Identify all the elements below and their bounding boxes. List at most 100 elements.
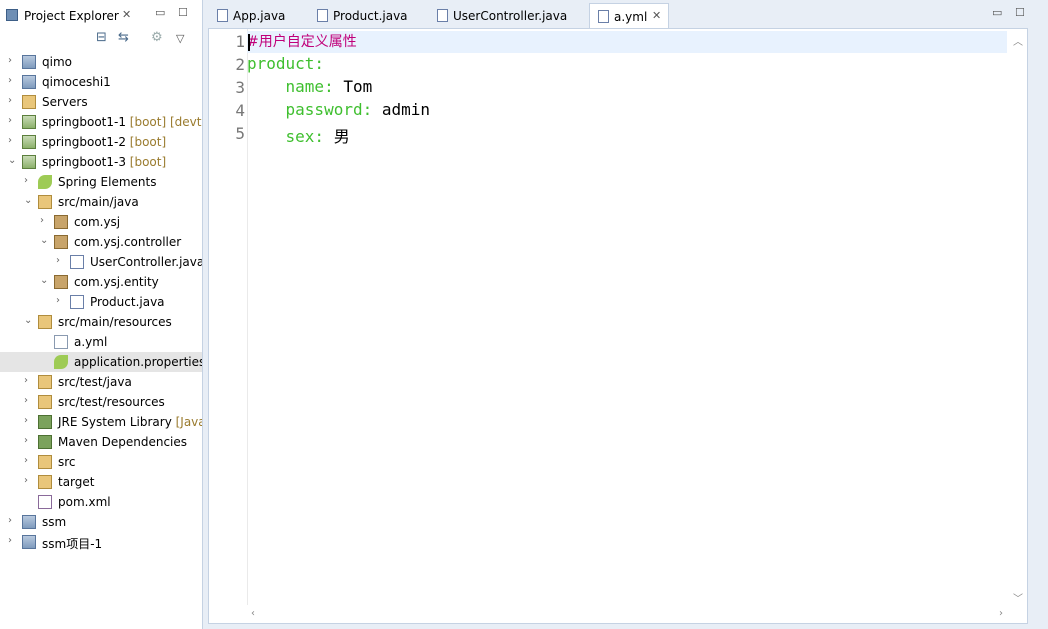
library-icon [38, 415, 52, 429]
tree-item[interactable]: › JRE System Library [Java [0, 412, 202, 432]
tree-item-label: springboot1-1 [boot] [devt [42, 115, 202, 129]
code-line[interactable]: password: admin [247, 100, 1007, 122]
code-line[interactable]: product: [247, 54, 1007, 76]
tree-item-label: UserController.java [90, 255, 203, 269]
chevron-down-icon[interactable]: ⌄ [40, 235, 48, 246]
collapse-all-icon[interactable]: ⊟ [96, 30, 107, 50]
chevron-right-icon[interactable]: › [8, 95, 12, 106]
chevron-right-icon[interactable]: › [8, 135, 12, 146]
yaml-editor[interactable]: 1 2 3 4 5 #用户自定义属性 product: name: Tom passwor… [208, 28, 1028, 624]
chevron-right-icon[interactable]: › [24, 475, 28, 486]
close-icon[interactable]: ✕ [122, 8, 131, 21]
line-number: 4 [235, 101, 245, 120]
tree-item[interactable]: › springboot1-2 [boot] [0, 132, 202, 152]
tree-item-label: com.ysj.controller [74, 235, 182, 249]
editor-tab[interactable]: Product.java [309, 3, 429, 28]
filter-icon[interactable]: ⚙ [151, 30, 163, 50]
chevron-right-icon[interactable]: › [40, 215, 44, 226]
tree-item[interactable]: › Maven Dependencies [0, 432, 202, 452]
tree-item[interactable]: › src/test/resources [0, 392, 202, 412]
chevron-right-icon[interactable]: › [8, 535, 12, 546]
close-tab-icon[interactable]: ✕ [652, 9, 661, 22]
tree-item[interactable]: › Product.java [0, 292, 202, 312]
tree-item[interactable]: › springboot1-1 [boot] [devt [0, 112, 202, 132]
project-explorer-icon [6, 9, 18, 21]
tree-item[interactable]: › com.ysj [0, 212, 202, 232]
tree-item[interactable]: ⌄ springboot1-3 [boot] [0, 152, 202, 172]
view-menu-icon[interactable]: ▽ [176, 32, 184, 52]
tree-item[interactable]: › Spring Elements [0, 172, 202, 192]
horizontal-scrollbar[interactable]: ‹ › [247, 605, 1007, 623]
yaml-value: admin [372, 100, 431, 119]
chevron-right-icon[interactable]: › [24, 175, 28, 186]
tree-item[interactable]: › src [0, 452, 202, 472]
tree-item-label: springboot1-3 [boot] [42, 155, 167, 169]
tree-item-label: application.properties [74, 355, 203, 369]
chevron-right-icon[interactable]: › [8, 75, 12, 86]
chevron-down-icon[interactable]: ⌄ [8, 155, 16, 166]
chevron-right-icon[interactable]: › [56, 255, 60, 266]
chevron-right-icon[interactable]: › [24, 395, 28, 406]
tree-item[interactable]: › target [0, 472, 202, 492]
editor-tab[interactable]: a.yml ✕ [589, 3, 669, 28]
tree-item[interactable]: ⌄ src/main/resources [0, 312, 202, 332]
chevron-right-icon[interactable]: › [24, 455, 28, 466]
pom-file-icon [38, 495, 52, 509]
folder-icon [22, 95, 36, 109]
tree-item[interactable]: ⌄ com.ysj.controller [0, 232, 202, 252]
tree-item[interactable]: ⌄ com.ysj.entity [0, 272, 202, 292]
tree-item-decoration: [boot] [125, 155, 167, 169]
tree-item[interactable]: application.properties [0, 352, 203, 372]
minimize-icon[interactable]: ▭ [155, 6, 165, 19]
tree-item[interactable]: › Servers [0, 92, 202, 112]
chevron-right-icon[interactable]: › [24, 375, 28, 386]
project-explorer-tab[interactable]: Project Explorer ✕ [0, 3, 146, 28]
tree-item[interactable]: › ssm项目-1 [0, 532, 202, 552]
editor-tab-label: Product.java [333, 9, 408, 23]
code-line[interactable]: sex: 男 [247, 123, 1007, 146]
vertical-scrollbar[interactable]: ︿ ﹀ [1009, 29, 1027, 607]
tree-item-label: src/test/java [58, 375, 132, 389]
editor-tab-label: a.yml [614, 10, 648, 24]
tree-item[interactable]: › qimoceshi1 [0, 72, 202, 92]
scroll-up-icon[interactable]: ︿ [1013, 33, 1023, 48]
chevron-right-icon[interactable]: › [8, 55, 12, 66]
chevron-down-icon[interactable]: ⌄ [40, 275, 48, 286]
package-icon [54, 235, 68, 249]
chevron-down-icon[interactable]: ⌄ [24, 195, 32, 206]
line-number-ruler: 1 2 3 4 5 [209, 29, 248, 607]
code-area[interactable]: #用户自定义属性 product: name: Tom password: adm… [247, 29, 1007, 607]
library-icon [38, 435, 52, 449]
code-line[interactable]: name: Tom [247, 77, 1007, 99]
maximize-icon[interactable]: ☐ [178, 6, 188, 19]
tree-item[interactable]: pom.xml [0, 492, 202, 512]
code-line[interactable]: #用户自定义属性 [247, 31, 1007, 53]
tree-item[interactable]: ⌄ src/main/java [0, 192, 202, 212]
tree-item-decoration: [boot] [devt [125, 115, 202, 129]
tree-item-decoration: [boot] [125, 135, 167, 149]
tree-item[interactable]: › ssm [0, 512, 202, 532]
chevron-down-icon[interactable]: ⌄ [24, 315, 32, 326]
editor-area: App.java Product.java UserController.java a… [206, 0, 1048, 629]
scroll-left-icon[interactable]: ‹ [251, 608, 255, 619]
project-icon [22, 515, 36, 529]
scroll-down-icon[interactable]: ﹀ [1013, 590, 1023, 605]
tree-item[interactable]: › src/test/java [0, 372, 202, 392]
editor-maximize-icon[interactable]: ☐ [1015, 6, 1025, 19]
tree-item-label: com.ysj.entity [74, 275, 159, 289]
line-number: 2 [235, 55, 245, 74]
scroll-right-icon[interactable]: › [999, 608, 1003, 619]
chevron-right-icon[interactable]: › [24, 415, 28, 426]
chevron-right-icon[interactable]: › [24, 435, 28, 446]
link-with-editor-icon[interactable]: ⇆ [118, 30, 129, 50]
editor-tab[interactable]: UserController.java [429, 3, 589, 28]
chevron-right-icon[interactable]: › [8, 115, 12, 126]
chevron-right-icon[interactable]: › [8, 515, 12, 526]
spring-leaf-icon [38, 175, 52, 189]
tree-item[interactable]: › qimo [0, 52, 202, 72]
editor-minimize-icon[interactable]: ▭ [992, 6, 1002, 19]
tree-item[interactable]: a.yml [0, 332, 202, 352]
tree-item[interactable]: › UserController.java [0, 252, 203, 272]
editor-tab[interactable]: App.java [209, 3, 309, 28]
chevron-right-icon[interactable]: › [56, 295, 60, 306]
